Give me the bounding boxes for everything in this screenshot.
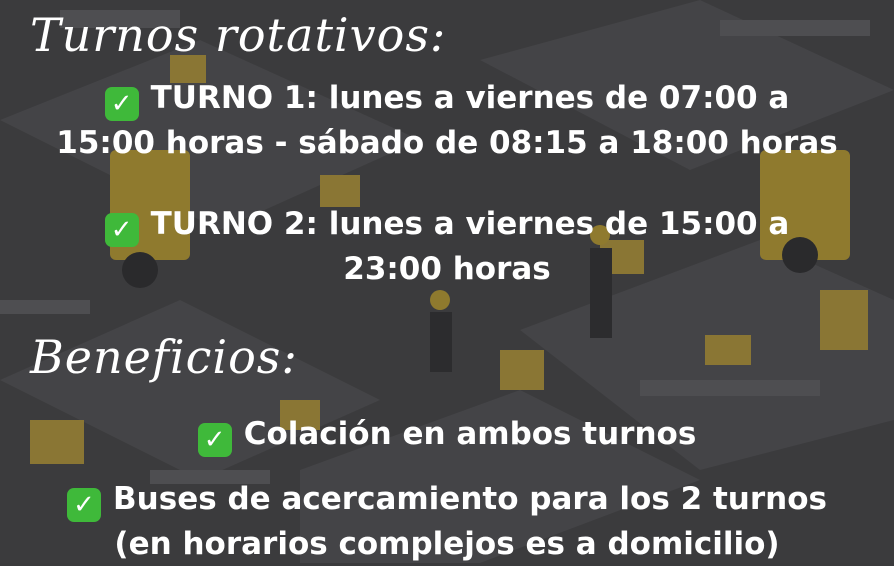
shift-item-2: ✓ TURNO 2: lunes a viernes de 15:00 a 23:… [0,202,894,291]
benefit-item-2: ✓ Buses de acercamiento para los 2 turnos… [0,477,894,566]
benefit-1-line-1: ✓ Colación en ambos turnos [0,412,894,457]
benefit-2-text-2: (en horarios complejos es a domicilio) [114,526,780,562]
shift-2-line-1: ✓ TURNO 2: lunes a viernes de 15:00 a [0,202,894,247]
check-mark-button-icon: ✓ [67,488,102,522]
benefit-2-text-1: Buses de acercamiento para los 2 turnos [113,481,827,517]
check-mark-button-icon: ✓ [104,213,139,247]
check-mark-button-icon: ✓ [104,87,139,121]
benefit-2-line-1: ✓ Buses de acercamiento para los 2 turnos [0,477,894,522]
benefit-item-1: ✓ Colación en ambos turnos [0,412,894,457]
shift-1-text-1: TURNO 1: lunes a viernes de 07:00 a [150,80,790,116]
section-title-benefits: Beneficios: [30,330,298,384]
shift-2-text-2: 23:00 horas [343,251,551,287]
shift-1-line-1: ✓ TURNO 1: lunes a viernes de 07:00 a [0,76,894,121]
benefit-1-text-1: Colación en ambos turnos [243,416,697,452]
check-mark-button-icon: ✓ [197,423,232,457]
shift-2-text-1: TURNO 2: lunes a viernes de 15:00 a [150,206,790,242]
section-title-shifts: Turnos rotativos: [30,8,447,62]
shift-item-1: ✓ TURNO 1: lunes a viernes de 07:00 a 15:… [0,76,894,165]
shift-1-text-2: 15:00 horas - sábado de 08:15 a 18:00 ho… [56,125,838,161]
